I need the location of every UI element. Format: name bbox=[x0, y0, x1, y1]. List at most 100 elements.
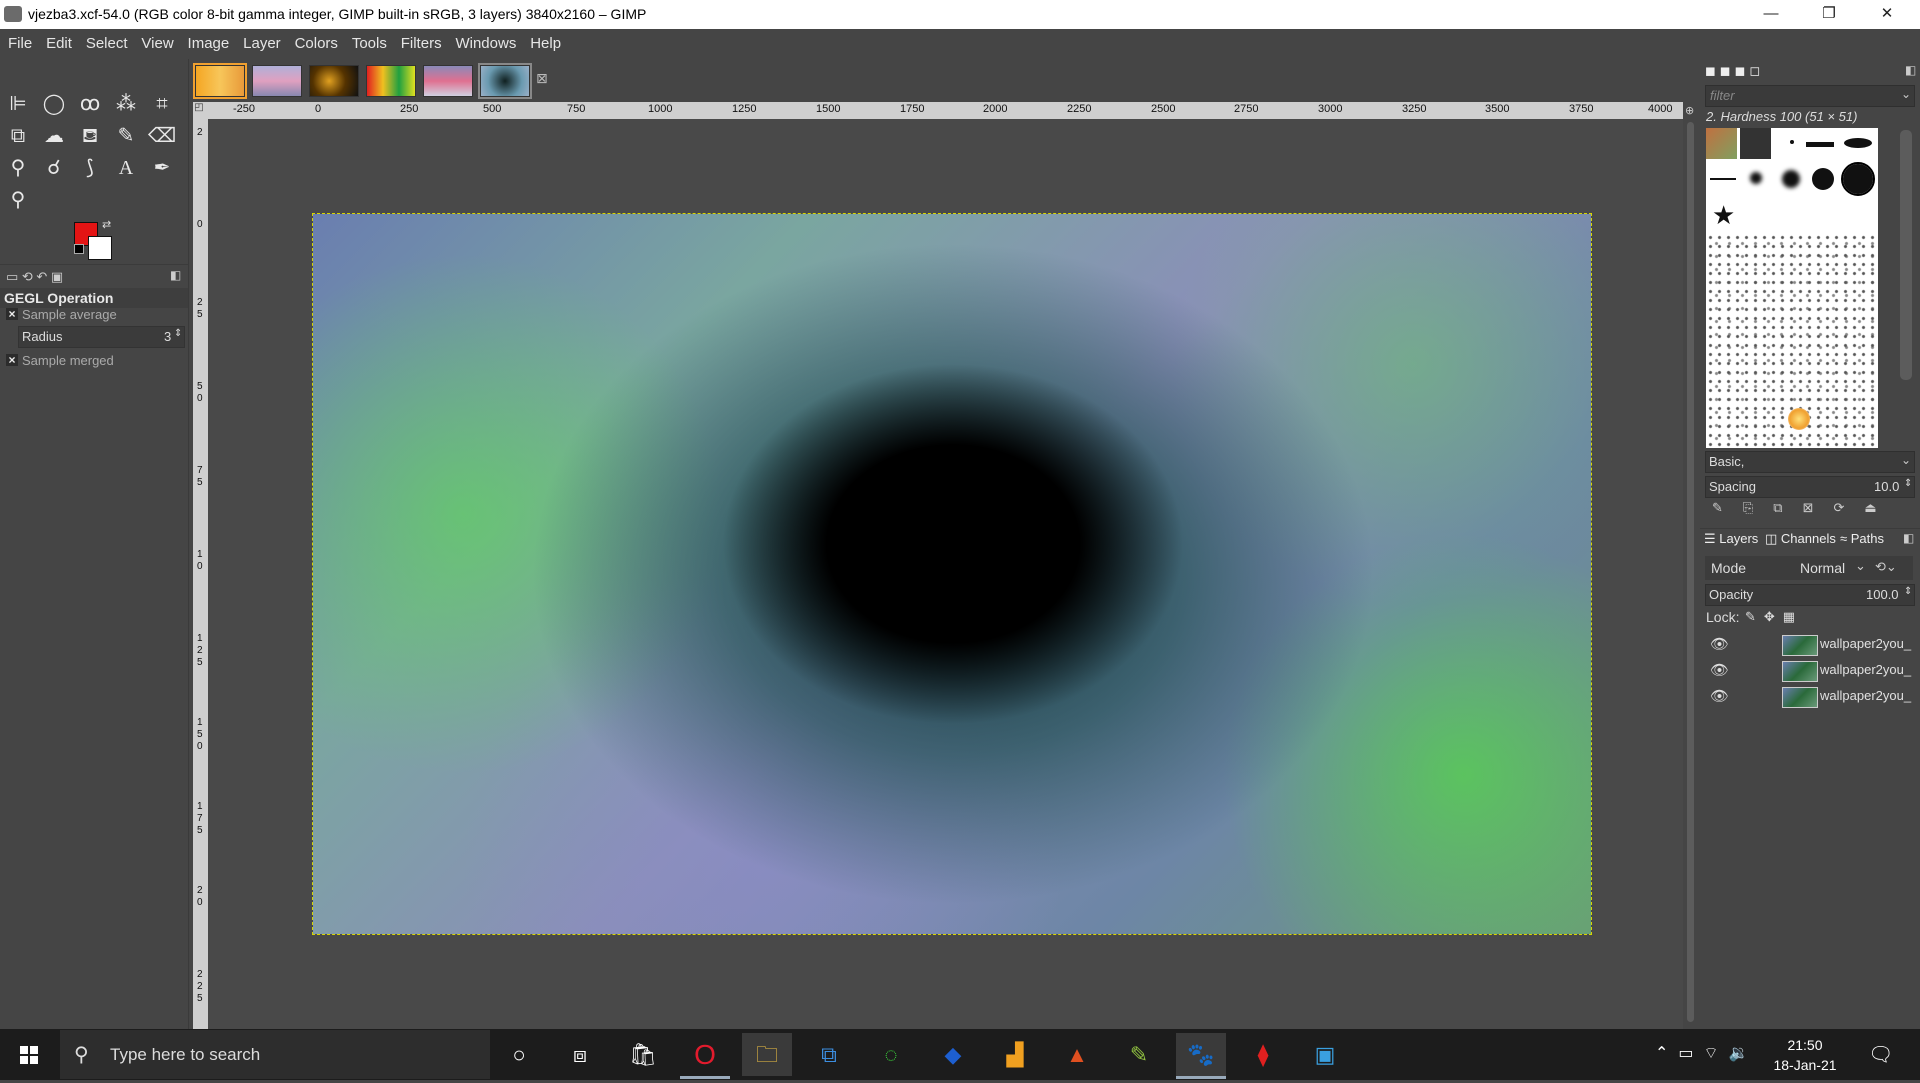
image-tab-1[interactable] bbox=[193, 63, 247, 99]
eye-icon[interactable]: 👁 bbox=[1710, 661, 1729, 679]
brush-item[interactable] bbox=[1806, 142, 1834, 147]
navigate-icon[interactable]: ⊕ bbox=[1685, 104, 1694, 117]
scrollbar-thumb[interactable] bbox=[1687, 122, 1694, 1022]
mode-value[interactable]: Normal bbox=[1800, 560, 1845, 576]
taskbar-search-box[interactable]: ⚲ Type here to search bbox=[60, 1030, 490, 1079]
brush-item[interactable] bbox=[1710, 178, 1736, 180]
menu-file[interactable]: File bbox=[3, 29, 37, 59]
brush-grid[interactable]: ★ bbox=[1706, 128, 1878, 448]
align-tool-icon[interactable]: ⊫ bbox=[3, 89, 33, 119]
system-tray-icons[interactable]: ⌃▭⌔🔉 bbox=[1655, 1043, 1759, 1063]
paintbrush-icon[interactable]: ✎ bbox=[111, 121, 141, 151]
image-tab-4[interactable] bbox=[366, 65, 416, 97]
image-tab-3[interactable] bbox=[309, 65, 359, 97]
gimp-taskbar-icon[interactable]: 🐾 bbox=[1176, 1033, 1226, 1079]
panel-menu-icon[interactable]: ◧ bbox=[170, 268, 181, 282]
ruler-corner-icon[interactable]: ◰ bbox=[193, 102, 205, 119]
store-icon[interactable]: 🛍 bbox=[618, 1033, 668, 1076]
menu-windows[interactable]: Windows bbox=[450, 29, 521, 59]
menu-view[interactable]: View bbox=[136, 29, 178, 59]
maximize-button[interactable]: ❐ bbox=[1800, 0, 1858, 29]
transform-tool-icon[interactable]: ⧉ bbox=[3, 121, 33, 151]
paths-tool-icon[interactable]: ⟆ bbox=[75, 153, 105, 183]
layer-row[interactable]: 👁 wallpaper2you_ bbox=[1702, 632, 1911, 657]
brush-item[interactable] bbox=[1844, 138, 1872, 148]
close-button[interactable]: ✕ bbox=[1858, 0, 1916, 29]
sample-merged-checkbox[interactable]: × bbox=[6, 354, 18, 366]
swap-colors-icon[interactable]: ⇄ bbox=[102, 218, 111, 231]
brush-action-icons[interactable]: ✎⎘⧉⊠⟳⏏ bbox=[1712, 500, 1897, 516]
mode-switch-icon[interactable]: ⟲⌄ bbox=[1875, 559, 1897, 575]
layer-row[interactable]: 👁 wallpaper2you_ bbox=[1702, 684, 1911, 709]
task-view-icon[interactable]: ⧈ bbox=[555, 1033, 605, 1076]
chevron-down-icon[interactable]: ⌄ bbox=[1901, 453, 1911, 467]
python-icon[interactable]: ⧉ bbox=[804, 1033, 854, 1076]
spin-arrows-icon[interactable]: ⇕ bbox=[1904, 478, 1912, 489]
tab-paths[interactable]: ≈ Paths bbox=[1840, 531, 1884, 546]
dock-menu-icon[interactable]: ◧ bbox=[1903, 531, 1914, 545]
chart-app-icon[interactable]: ▟ bbox=[990, 1033, 1040, 1076]
menu-layer[interactable]: Layer bbox=[238, 29, 286, 59]
file-explorer-icon[interactable]: 🗀 bbox=[742, 1033, 792, 1076]
crop-tool-icon[interactable]: ⌗ bbox=[147, 89, 177, 119]
bucket-fill-icon[interactable]: ⛾ bbox=[75, 121, 105, 151]
zoom-tool-icon[interactable]: ⚲ bbox=[3, 185, 33, 215]
layer-row[interactable]: 👁 wallpaper2you_ bbox=[1702, 658, 1911, 683]
green-app-icon[interactable]: ◌ bbox=[866, 1033, 916, 1076]
close-tab-icon[interactable]: ⊠ bbox=[536, 70, 548, 87]
menu-edit[interactable]: Edit bbox=[41, 29, 77, 59]
text-tool-icon[interactable]: A bbox=[111, 153, 141, 183]
brush-filter-input[interactable]: filter ⌄ bbox=[1705, 85, 1915, 107]
blue-app-icon[interactable]: ◆ bbox=[928, 1033, 978, 1076]
chevron-down-icon[interactable]: ⌄ bbox=[1855, 558, 1866, 574]
brush-scrollbar[interactable] bbox=[1900, 130, 1912, 380]
vertical-scrollbar[interactable]: ⊕ bbox=[1683, 102, 1698, 1029]
menu-help[interactable]: Help bbox=[525, 29, 566, 59]
brush-item[interactable] bbox=[1790, 140, 1794, 144]
tool-options-tab-icons[interactable]: ▭ ⟲ ↶ ▣ bbox=[6, 269, 63, 285]
sample-average-checkbox[interactable]: × bbox=[6, 308, 18, 320]
brush-item[interactable] bbox=[1740, 128, 1771, 159]
tab-channels[interactable]: ◫ Channels bbox=[1765, 531, 1836, 547]
radius-spinner[interactable]: Radius 3 ⇕ bbox=[18, 326, 185, 348]
brush-tab-icons[interactable]: ◼◼◼◻ bbox=[1705, 63, 1764, 79]
fuzzy-select-icon[interactable]: ⁂ bbox=[111, 89, 141, 119]
image-canvas[interactable] bbox=[312, 213, 1592, 935]
brush-item[interactable] bbox=[1782, 170, 1800, 188]
opacity-spinner[interactable]: Opacity 100.0 ⇕ bbox=[1705, 584, 1915, 606]
notifications-icon[interactable]: 🗨 bbox=[1868, 1042, 1893, 1067]
brush-item-star[interactable]: ★ bbox=[1712, 200, 1735, 231]
image-tab-2[interactable] bbox=[252, 65, 302, 97]
brush-tag-select[interactable]: Basic, ⌄ bbox=[1705, 451, 1915, 473]
eye-icon[interactable]: 👁 bbox=[1710, 687, 1729, 705]
tab-layers[interactable]: ☰ Layers bbox=[1704, 531, 1758, 547]
notepad-icon[interactable]: ✎ bbox=[1114, 1033, 1164, 1076]
menu-filters[interactable]: Filters bbox=[396, 29, 447, 59]
brush-item-selected[interactable] bbox=[1841, 162, 1875, 196]
background-color-swatch[interactable] bbox=[88, 236, 112, 260]
spacing-spinner[interactable]: Spacing 10.0 ⇕ bbox=[1705, 476, 1915, 498]
menu-image[interactable]: Image bbox=[183, 29, 235, 59]
eraser-icon[interactable]: ⌫ bbox=[147, 121, 177, 151]
start-button[interactable] bbox=[0, 1029, 58, 1080]
clone-tool-icon[interactable]: ⚲ bbox=[3, 153, 33, 183]
free-select-icon[interactable]: ꝏ bbox=[75, 89, 105, 119]
default-colors-icon[interactable] bbox=[74, 244, 84, 254]
warp-tool-icon[interactable]: ☁ bbox=[39, 121, 69, 151]
brush-item[interactable] bbox=[1750, 172, 1762, 184]
ellipse-select-icon[interactable]: ◯ bbox=[39, 89, 69, 119]
acrobat-icon[interactable]: ⧫ bbox=[1238, 1033, 1288, 1076]
brush-item[interactable] bbox=[1788, 408, 1810, 430]
menu-colors[interactable]: Colors bbox=[290, 29, 343, 59]
menu-tools[interactable]: Tools bbox=[347, 29, 392, 59]
menu-select[interactable]: Select bbox=[81, 29, 133, 59]
spin-arrows-icon[interactable]: ⇕ bbox=[174, 328, 182, 339]
cortana-icon[interactable]: ○ bbox=[494, 1033, 544, 1076]
lock-icons[interactable]: ✎✥▦ bbox=[1745, 609, 1803, 625]
image-tab-6[interactable] bbox=[478, 63, 532, 99]
color-picker-icon[interactable]: ✒ bbox=[147, 153, 177, 183]
chevron-down-icon[interactable]: ⌄ bbox=[1901, 87, 1911, 101]
brush-item[interactable] bbox=[1706, 128, 1737, 159]
opera-icon[interactable]: O bbox=[680, 1033, 730, 1079]
brush-item[interactable] bbox=[1812, 168, 1834, 190]
